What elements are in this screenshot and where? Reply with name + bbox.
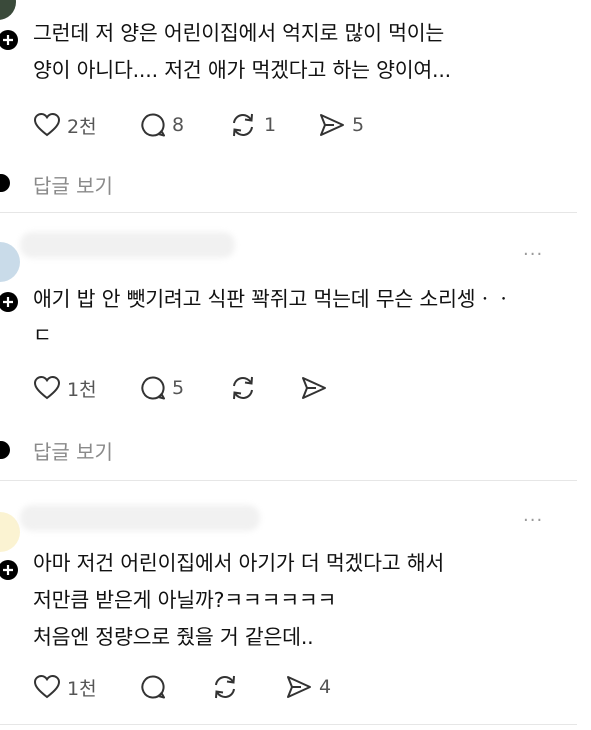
more-icon[interactable]: ··· (523, 244, 543, 265)
share-button[interactable]: 4 (285, 672, 331, 702)
reply-button[interactable]: 5 (140, 373, 184, 403)
like-count: 1천 (67, 677, 97, 700)
comment-icon (141, 113, 165, 137)
redacted-username (20, 232, 235, 258)
comment-text-line-2: 양이 아니다.... 저건 애가 먹겠다고 하는 양이여... (33, 58, 451, 82)
comment-text-line-1: 애기 밥 안 뺏기려고 식판 꽉쥐고 먹는데 무슨 소리셍ㆍㆍ (33, 287, 513, 311)
reply-button[interactable]: 8 (140, 110, 184, 140)
like-count: 1천 (67, 378, 97, 401)
comment-text-line-1: 아마 저건 어린이집에서 아기가 더 먹겠다고 해서 (33, 551, 445, 575)
thread-dot-icon (0, 174, 10, 192)
share-button[interactable]: 5 (318, 110, 364, 140)
thread-dot-icon (0, 441, 10, 459)
more-icon[interactable]: ··· (523, 510, 543, 531)
comment-text-line-3: 처음엔 정량으로 줬을 거 같은데.. (33, 625, 314, 649)
share-button[interactable] (300, 373, 334, 403)
divider (0, 212, 577, 213)
view-replies-link[interactable]: 답글 보기 (33, 170, 113, 199)
comment-text-line-1: 그런데 저 양은 어린이집에서 억지로 많이 먹이는 (33, 21, 445, 45)
comment-icon (141, 675, 165, 699)
reply-button[interactable] (140, 672, 172, 702)
avatar[interactable] (0, 506, 20, 556)
reply-count: 8 (172, 114, 185, 136)
share-count: 5 (352, 114, 365, 136)
avatar[interactable] (0, 236, 20, 284)
heart-icon (33, 674, 61, 699)
view-replies-link[interactable]: 답글 보기 (33, 436, 113, 465)
heart-icon (33, 112, 61, 137)
repost-button[interactable] (228, 373, 264, 403)
share-icon (287, 676, 311, 698)
avatar[interactable] (0, 0, 20, 20)
comment-text-line-2: 저만큼 받은게 아닐까?ㅋㅋㅋㅋㅋㅋ (33, 588, 337, 612)
like-button[interactable]: 1천 (33, 373, 97, 403)
like-button[interactable]: 1천 (33, 672, 97, 702)
repost-icon (233, 113, 253, 137)
divider (0, 480, 577, 481)
share-icon (320, 114, 344, 136)
add-icon[interactable] (0, 560, 18, 580)
heart-icon (33, 375, 61, 400)
repost-count: 1 (264, 114, 277, 136)
repost-button[interactable] (210, 672, 246, 702)
share-count: 4 (319, 676, 332, 698)
comment-text-line-2: ㄷ (33, 323, 52, 347)
redacted-username (20, 505, 260, 531)
add-icon[interactable] (0, 30, 18, 50)
like-count: 2천 (67, 115, 97, 138)
repost-button[interactable]: 1 (228, 110, 276, 140)
divider (0, 724, 577, 725)
like-button[interactable]: 2천 (33, 110, 97, 140)
share-icon (302, 377, 326, 399)
add-icon[interactable] (0, 292, 18, 312)
repost-icon (215, 675, 235, 699)
comment-icon (141, 376, 165, 400)
reply-count: 5 (172, 377, 185, 399)
repost-icon (233, 376, 253, 400)
